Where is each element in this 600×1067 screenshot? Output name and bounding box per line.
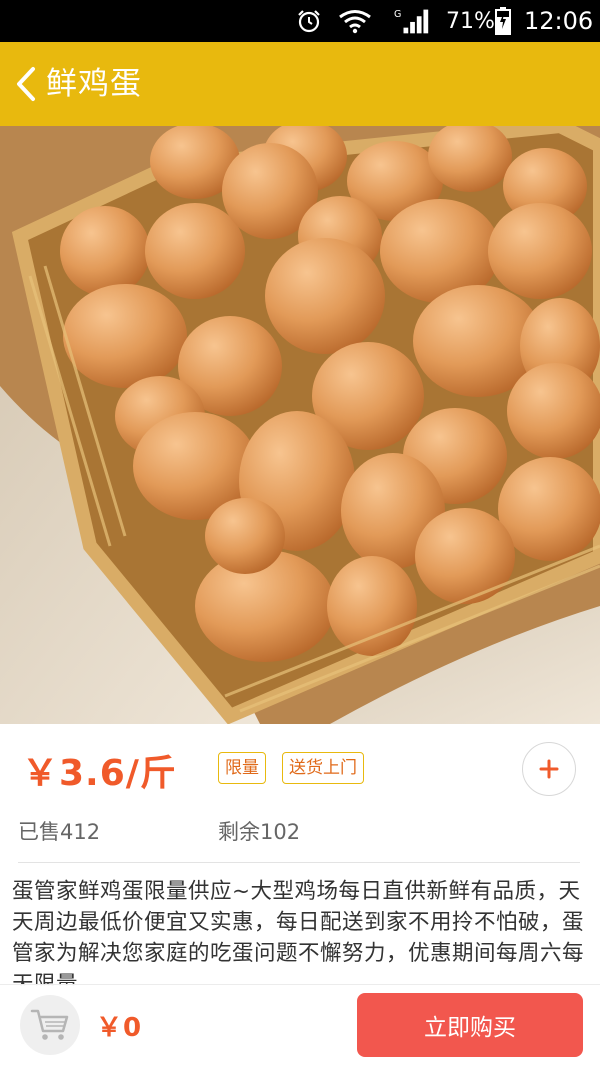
- shopping-cart-icon: [30, 1009, 69, 1040]
- remaining-count: 剩余102: [218, 820, 301, 844]
- network-type: G: [394, 9, 401, 20]
- clock: 12:06: [524, 7, 594, 35]
- tag-home-delivery: 送货上门: [282, 752, 364, 784]
- bottom-bar: ￥0 立即购买: [0, 984, 600, 1067]
- product-description: 蛋管家鲜鸡蛋限量供应~大型鸡场每日直供新鲜有品质，天天周边最低价便宜又实惠，每日…: [12, 879, 585, 986]
- buy-now-button[interactable]: 立即购买: [357, 993, 583, 1057]
- plus-icon: [539, 759, 559, 779]
- alarm-icon: [296, 0, 322, 42]
- divider: [18, 862, 580, 863]
- battery-percent: 71%: [446, 8, 495, 34]
- cart-button[interactable]: [20, 995, 80, 1055]
- sold-count: 已售412: [18, 820, 101, 844]
- product-image: [0, 126, 600, 724]
- cart-total: ￥0: [96, 1013, 143, 1043]
- back-button[interactable]: [8, 60, 44, 108]
- tag-limited: 限量: [218, 752, 266, 784]
- app-header: 鲜鸡蛋: [0, 42, 600, 126]
- wifi-icon: [338, 0, 372, 42]
- signal-icon: G: [394, 0, 432, 42]
- add-to-cart-button[interactable]: [522, 742, 576, 796]
- page-title: 鲜鸡蛋: [46, 66, 142, 102]
- product-price: ￥3.6/斤: [22, 753, 177, 794]
- battery-icon: [495, 0, 511, 42]
- status-bar: G 71% 12:06: [0, 0, 600, 42]
- chevron-left-icon: [17, 67, 35, 101]
